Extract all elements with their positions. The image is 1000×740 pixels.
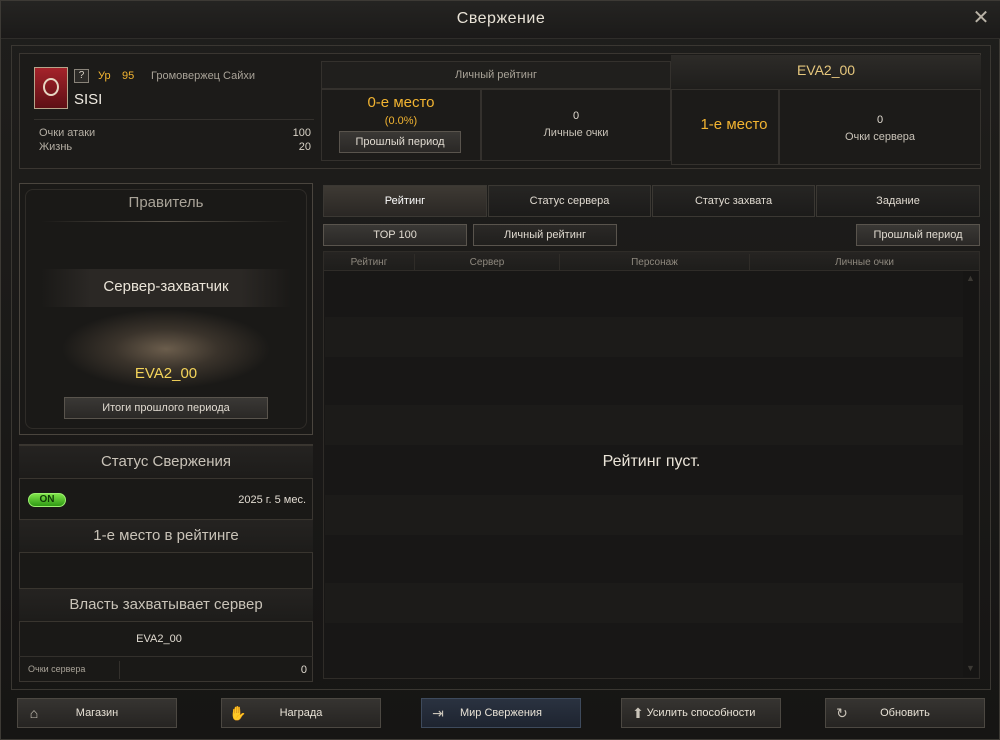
table-row (325, 405, 963, 445)
class-name: Громовержец Сайхи (151, 70, 256, 82)
tab-task[interactable]: Задание (816, 185, 980, 217)
overthrow-window: Свержение ✕ ? Ур 95 Громовержец Сайхи SI… (0, 0, 1000, 740)
character-name: SISI (74, 91, 103, 108)
top100-button[interactable]: TOP 100 (323, 224, 467, 246)
enhance-abilities-button-label: Усилить способности (646, 707, 756, 719)
status-panel (19, 444, 313, 682)
divider (119, 661, 120, 679)
window-title: Свержение (456, 10, 546, 27)
stat-value-life: 20 (298, 141, 311, 153)
server-points-label: Очки сервера (844, 131, 916, 143)
overthrow-world-button[interactable]: ⇥ Мир Свержения (421, 698, 581, 728)
server-name: EVA2_00 (796, 62, 856, 78)
personal-points-cell (481, 89, 671, 161)
divider (34, 119, 314, 120)
status-header: Статус Свержения (19, 445, 313, 479)
stat-label-life: Жизнь (39, 141, 73, 153)
level-prefix: Ур (98, 70, 111, 82)
personal-prev-period-button[interactable]: Прошлый период (339, 131, 461, 153)
class-emblem-icon (34, 67, 68, 109)
rank-header: 1-е место в рейтинге (19, 519, 313, 553)
table-row (325, 583, 963, 623)
capturer-server: EVA2_00 (134, 365, 198, 382)
reward-button-label: Награда (279, 707, 323, 719)
table-scrollbar[interactable] (963, 271, 978, 677)
title-bar: Свержение ✕ (1, 1, 1000, 39)
server-points-cell (779, 89, 981, 165)
column-header-rating: Рейтинг (350, 257, 388, 268)
refresh-button-label: Обновить (880, 707, 930, 719)
personal-place: 0-е место (367, 94, 435, 111)
previous-period-button[interactable]: Прошлый период (856, 224, 980, 246)
refresh-button[interactable]: ↻ Обновить (825, 698, 985, 728)
tab-server-status[interactable]: Статус сервера (488, 185, 651, 217)
personal-rating-header: Личный рейтинг (455, 69, 537, 81)
ruler-header: Правитель (128, 194, 204, 211)
table-row (325, 317, 963, 357)
stat-value-attack: 100 (292, 127, 311, 139)
server-points-value: 0 (876, 114, 884, 126)
table-row (325, 495, 963, 535)
server-points-footer-label: Очки сервера (28, 664, 86, 674)
shop-button[interactable]: ⌂ Магазин (17, 698, 177, 728)
status-date: 2025 г. 5 мес. (238, 494, 306, 506)
tab-capture-status[interactable]: Статус захвата (652, 185, 815, 217)
column-header-server: Сервер (414, 254, 559, 271)
empty-rating-message: Рейтинг пуст. (602, 453, 701, 470)
enhance-abilities-button[interactable]: ⬆ Усилить способности (621, 698, 781, 728)
reward-button[interactable]: ✋ Награда (221, 698, 381, 728)
server-points-footer-value: 0 (300, 664, 307, 676)
close-icon[interactable]: ✕ (971, 8, 991, 28)
column-header-character: Персонаж (559, 254, 749, 271)
divider (19, 656, 313, 657)
power-header: Власть захватывает сервер (19, 588, 313, 622)
help-icon[interactable]: ? (74, 69, 89, 83)
level-value: 95 (122, 70, 135, 82)
personal-percent: (0.0%) (384, 115, 418, 127)
shop-button-label: Магазин (75, 707, 119, 719)
stat-label-attack: Очки атаки (39, 127, 96, 139)
overthrow-world-button-label: Мир Свержения (459, 707, 543, 719)
power-server: EVA2_00 (136, 633, 182, 645)
scroll-up-arrow-icon[interactable]: ▲ (964, 272, 977, 284)
personal-rating-button[interactable]: Личный рейтинг (473, 224, 617, 246)
capturer-header: Сервер-захватчик (103, 278, 229, 295)
divider (41, 221, 291, 222)
scroll-down-arrow-icon[interactable]: ▼ (964, 662, 977, 674)
tab-rating[interactable]: Рейтинг (323, 185, 487, 217)
status-toggle[interactable]: ON (28, 493, 66, 507)
column-header-personal-points: Личные очки (749, 254, 979, 271)
personal-points-value: 0 (572, 110, 580, 122)
past-period-results-button[interactable]: Итоги прошлого периода (64, 397, 268, 419)
personal-points-label: Личные очки (543, 127, 609, 139)
